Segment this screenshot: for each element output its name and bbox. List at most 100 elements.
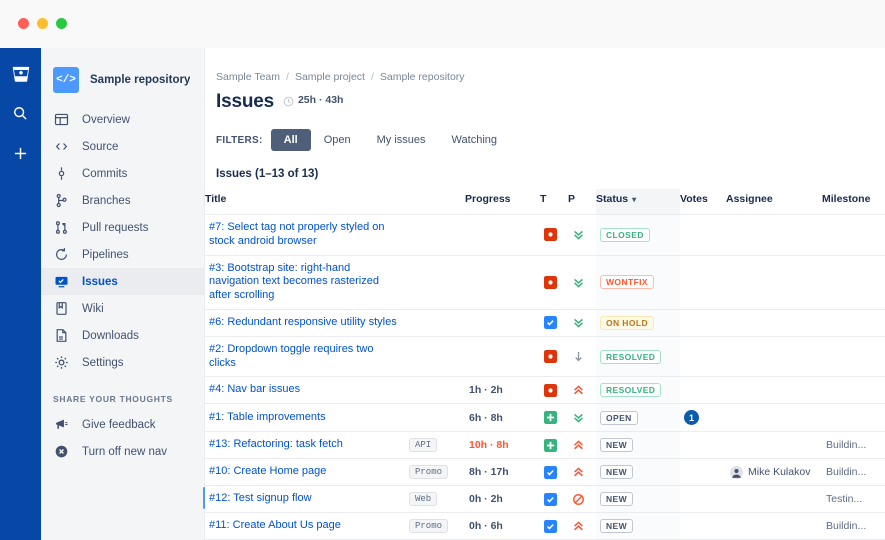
sidebar-item-label: Source [82,140,119,153]
table-row[interactable]: #12: Test signup flow Web 0h · 2h NEW Testin… [205,485,885,513]
priority-minor-icon [572,350,585,363]
cell-status: NEW [596,512,680,540]
table-row[interactable]: #4: Nav bar issues 1h · 2h RESOLVED [205,376,885,404]
table-row[interactable]: #7: Select tag not properly styled on st… [205,214,885,255]
repository-avatar: </> [53,67,79,93]
cell-status: ON HOLD [596,308,680,337]
column-header-title[interactable]: Title [205,189,405,215]
sidebar-item-give-feedback[interactable]: Give feedback [41,411,204,438]
issue-title-link[interactable]: #10: Create Home page [209,465,401,479]
window-traffic-lights [18,18,67,29]
cell-status: NEW [596,458,680,486]
filters-label: FILTERS: [216,134,263,146]
cell-progress: 6h · 8h [465,403,540,432]
bitbucket-logo[interactable] [10,63,32,85]
plus-icon[interactable] [9,141,33,165]
issue-title-link[interactable]: #13: Refactoring: task fetch [209,438,401,452]
sidebar-item-commits[interactable]: Commits [41,160,204,187]
cell-votes [680,254,726,310]
table-row[interactable]: #6: Redundant responsive utility styles O… [205,308,885,337]
column-header-votes[interactable]: Votes [680,189,726,215]
cell-type [540,512,568,540]
table-row[interactable]: #1: Table improvements 6h · 8h OPEN 1 [205,403,885,432]
column-header-progress[interactable]: Progress [465,189,540,215]
table-row[interactable]: #13: Refactoring: task fetch API 10h · 8h N… [205,431,885,459]
cell-milestone: Buildin... [822,512,885,540]
cell-title: #1: Table improvements [205,403,405,432]
minimize-window-button[interactable] [37,18,48,29]
filter-tab-my-issues[interactable]: My issues [364,129,439,151]
issue-title-link[interactable]: #3: Bootstrap site: right-hand navigatio… [209,262,401,303]
filter-tab-all[interactable]: All [270,129,311,151]
issue-tag-pill[interactable]: Web [409,492,438,507]
cell-priority [568,458,596,486]
cell-status: NEW [596,485,680,513]
enhancement-icon [544,411,557,425]
issue-title-link[interactable]: #12: Test signup flow [209,492,401,506]
sidebar-item-label: Branches [82,194,131,207]
column-header-type[interactable]: T [540,189,568,215]
close-window-button[interactable] [18,18,29,29]
column-header-priority[interactable]: P [568,189,596,215]
sidebar-item-wiki[interactable]: Wiki [41,295,204,322]
cell-assignee [726,512,822,540]
column-header-assignee[interactable]: Assignee [726,189,822,215]
sidebar-item-overview[interactable]: Overview [41,106,204,133]
status-badge: NEW [600,438,634,453]
sidebar-item-downloads[interactable]: Downloads [41,322,204,349]
cell-type [540,308,568,337]
sidebar-item-settings[interactable]: Settings [41,349,204,376]
sidebar-item-pipelines[interactable]: Pipelines [41,241,204,268]
issue-tag-pill[interactable]: Promo [409,465,449,480]
sidebar-item-turn-off-new-nav[interactable]: Turn off new nav [41,438,204,465]
breadcrumb-item-repository[interactable]: Sample repository [380,71,465,83]
table-row[interactable]: #11: Create About Us page Promo 0h · 6h NEW… [205,512,885,540]
cell-type [540,335,568,377]
search-icon[interactable] [9,101,33,125]
time-tracking-summary: 25h · 43h [283,94,343,107]
issue-title-link[interactable]: #4: Nav bar issues [209,383,401,397]
cell-tag: API [405,431,465,459]
column-header-status[interactable]: Status ▾ [596,189,680,215]
sidebar-item-source[interactable]: Source [41,133,204,160]
issue-title-link[interactable]: #2: Dropdown toggle requires two clicks [209,343,401,371]
commits-icon [53,165,70,182]
breadcrumb-item-team[interactable]: Sample Team [216,71,280,83]
table-row[interactable]: #2: Dropdown toggle requires two clicks R… [205,335,885,377]
filter-tab-open[interactable]: Open [311,129,364,151]
cell-tag: Promo [405,458,465,486]
filter-tab-watching[interactable]: Watching [439,129,510,151]
cell-status: WONTFIX [596,254,680,310]
cell-priority [568,254,596,310]
sidebar-item-branches[interactable]: Branches [41,187,204,214]
cell-tag [405,254,465,310]
table-row[interactable]: #10: Create Home page Promo 8h · 17h NEW Mik… [205,458,885,486]
main-content: Sample Team / Sample project / Sample re… [205,48,885,540]
issue-title-link[interactable]: #7: Select tag not properly styled on st… [209,221,401,249]
status-badge: RESOLVED [600,383,662,398]
breadcrumb-item-project[interactable]: Sample project [295,71,365,83]
cell-assignee [726,335,822,377]
issue-title-link[interactable]: #1: Table improvements [209,411,401,425]
sidebar-repository-header[interactable]: </> Sample repository [41,61,204,99]
maximize-window-button[interactable] [56,18,67,29]
issue-title-link[interactable]: #6: Redundant responsive utility styles [209,316,401,330]
sidebar-item-issues[interactable]: Issues [41,268,204,295]
assignee[interactable]: Mike Kulakov [730,465,818,479]
breadcrumb: Sample Team / Sample project / Sample re… [205,48,885,83]
priority-trivial-icon [572,316,585,329]
issues-table: Title Progress T P Status ▾ Votes Assigne… [205,189,885,540]
table-row[interactable]: #3: Bootstrap site: right-hand navigatio… [205,254,885,310]
issue-title-link[interactable]: #11: Create About Us page [209,519,401,533]
sidebar-item-pull-requests[interactable]: Pull requests [41,214,204,241]
status-badge: NEW [600,519,634,534]
cell-assignee [726,254,822,310]
cell-milestone: Buildin... [822,458,885,486]
cell-votes [680,376,726,404]
sidebar-item-label: Give feedback [82,418,156,431]
issue-tag-pill[interactable]: Promo [409,519,449,534]
sidebar-item-label: Overview [82,113,130,126]
issue-tag-pill[interactable]: API [409,438,438,453]
column-header-milestone[interactable]: Milestone [822,189,885,215]
status-badge: NEW [600,492,634,507]
